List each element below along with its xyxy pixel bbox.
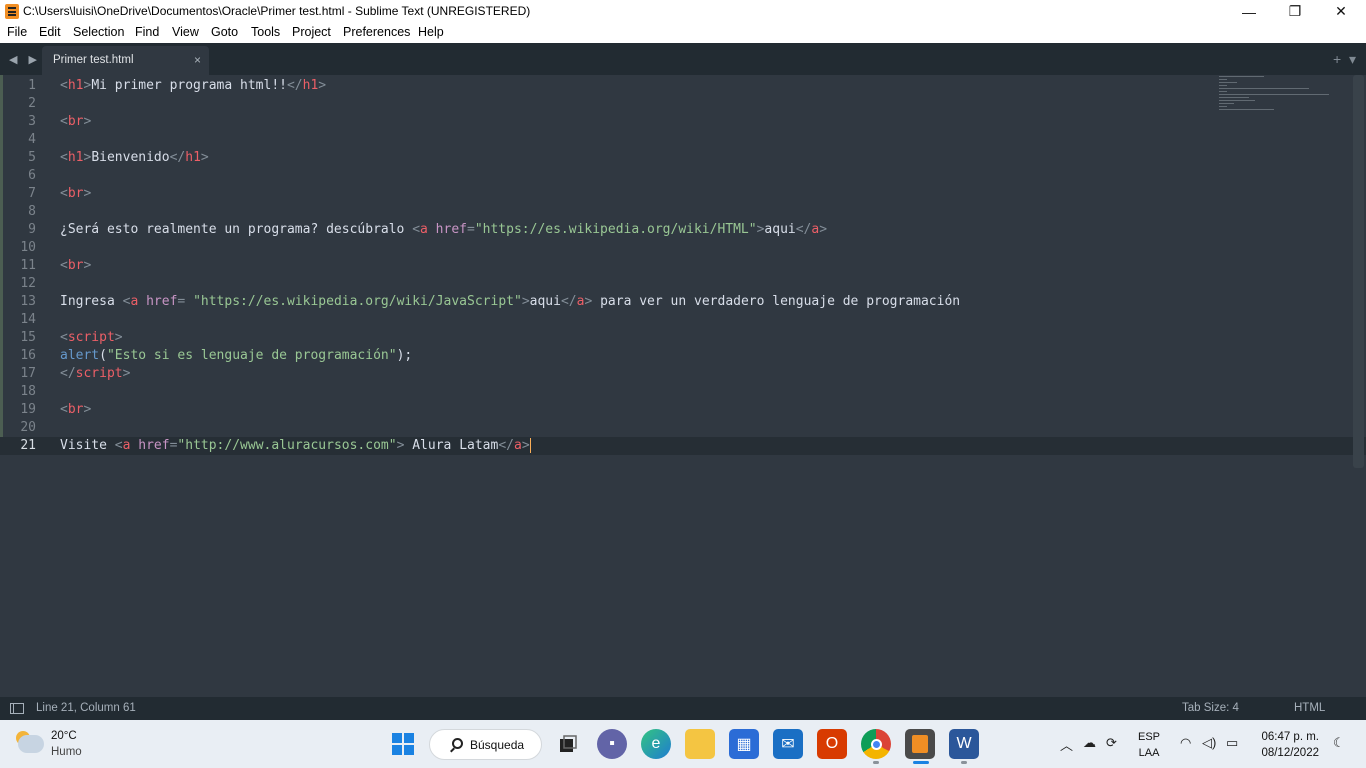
title-bar: C:\Users\luisi\OneDrive\Documentos\Oracl… xyxy=(0,0,1366,23)
chrome-icon[interactable] xyxy=(861,729,891,759)
line-number: 13 xyxy=(20,294,36,309)
weather-condition: Humo xyxy=(51,746,82,758)
line-number: 9 xyxy=(28,222,36,237)
battery-icon[interactable]: ▭ xyxy=(1226,735,1238,751)
line-number: 2 xyxy=(28,96,36,111)
taskbar: 20°C Humo Búsqueda ▪ e ▦ ✉ O W ︿ ☁ ⟳ ESP… xyxy=(0,720,1366,768)
sublime-active-indicator xyxy=(913,761,929,764)
task-view-icon[interactable] xyxy=(553,729,583,759)
language-code: ESP xyxy=(1138,731,1161,743)
sublime-text-icon xyxy=(5,4,19,19)
line-number: 17 xyxy=(20,366,36,381)
tab-dropdown-icon: ▾ xyxy=(1348,51,1356,67)
word-icon[interactable]: W xyxy=(949,729,979,759)
focus-assist-icon[interactable]: ☾ xyxy=(1333,735,1345,751)
tab-label: Primer test.html xyxy=(53,54,134,66)
line-number: 1 xyxy=(28,78,36,93)
panel-toggle-icon[interactable] xyxy=(10,703,24,714)
text-cursor xyxy=(529,438,531,453)
code-editor[interactable]: 1 <h1>Mi primer programa html!!</h1> 2 3 <… xyxy=(0,75,1366,697)
menu-help[interactable]: Help xyxy=(418,25,444,39)
line-number: 10 xyxy=(20,240,36,255)
wifi-icon[interactable]: ◠ xyxy=(1180,735,1191,751)
sync-icon[interactable]: ⟳ xyxy=(1106,735,1117,751)
teams-chat-icon[interactable]: ▪ xyxy=(597,729,627,759)
tab-size[interactable]: Tab Size: 4 xyxy=(1182,702,1239,714)
menu-bar: File Edit Selection Find View Goto Tools… xyxy=(0,23,1366,43)
line-number: 20 xyxy=(20,420,36,435)
line-number: 7 xyxy=(28,186,36,201)
clock-time: 06:47 p. m. xyxy=(1261,731,1319,743)
line-number: 12 xyxy=(20,276,36,291)
line-number: 21 xyxy=(20,438,36,453)
weather-temperature: 20°C xyxy=(51,730,77,742)
status-bar: Line 21, Column 61 Tab Size: 4 HTML xyxy=(0,697,1366,720)
office-icon[interactable]: O xyxy=(817,729,847,759)
line-number: 14 xyxy=(20,312,36,327)
close-window-button[interactable]: ✕ xyxy=(1318,0,1364,23)
menu-preferences[interactable]: Preferences xyxy=(343,25,410,39)
menu-tools[interactable]: Tools xyxy=(251,25,280,39)
search-label: Búsqueda xyxy=(470,738,525,752)
edge-icon[interactable]: e xyxy=(641,729,671,759)
line-number: 19 xyxy=(20,402,36,417)
line-number: 18 xyxy=(20,384,36,399)
start-icon[interactable] xyxy=(388,729,418,759)
store-icon[interactable]: ▦ xyxy=(729,729,759,759)
cursor-position: Line 21, Column 61 xyxy=(36,702,136,714)
menu-find[interactable]: Find xyxy=(135,25,159,39)
search-box[interactable]: Búsqueda xyxy=(429,729,542,760)
show-hidden-icons-icon[interactable]: ︿ xyxy=(1060,735,1073,754)
line-number: 4 xyxy=(28,132,36,147)
new-tab-icon[interactable]: + ▾ xyxy=(1333,51,1356,68)
window-title: C:\Users\luisi\OneDrive\Documentos\Oracl… xyxy=(23,4,531,18)
line-number: 16 xyxy=(20,348,36,363)
restore-button[interactable]: ❐ xyxy=(1272,0,1318,23)
minimap[interactable] xyxy=(1219,76,1339,126)
menu-view[interactable]: View xyxy=(172,25,199,39)
tab-navigation-arrows-icon[interactable]: ◀ ▶ xyxy=(9,53,41,66)
word-running-indicator xyxy=(961,761,967,764)
cloud-icon xyxy=(18,735,44,753)
tab-close-icon[interactable]: × xyxy=(194,53,201,67)
line-number: 8 xyxy=(28,204,36,219)
menu-project[interactable]: Project xyxy=(292,25,331,39)
search-icon xyxy=(452,738,463,749)
keyboard-layout: LAA xyxy=(1138,747,1160,759)
file-explorer-icon[interactable] xyxy=(685,729,715,759)
tab-bar: ◀ ▶ Primer test.html × + ▾ xyxy=(0,43,1366,75)
clock-date: 08/12/2022 xyxy=(1261,747,1319,759)
line-number: 6 xyxy=(28,168,36,183)
tab-primer-test-html[interactable]: Primer test.html × xyxy=(42,46,209,75)
chrome-running-indicator xyxy=(873,761,879,764)
sublime-text-icon[interactable] xyxy=(905,729,935,759)
line-number: 11 xyxy=(20,258,36,273)
volume-icon[interactable]: ◁) xyxy=(1202,735,1216,751)
clock[interactable]: 06:47 p. m. 08/12/2022 xyxy=(1261,729,1319,761)
vertical-scrollbar[interactable] xyxy=(1353,75,1364,468)
menu-selection[interactable]: Selection xyxy=(73,25,124,39)
line-number: 5 xyxy=(28,150,36,165)
line-number: 15 xyxy=(20,330,36,345)
menu-goto[interactable]: Goto xyxy=(211,25,238,39)
onedrive-icon[interactable]: ☁ xyxy=(1083,735,1096,751)
input-language[interactable]: ESP LAA xyxy=(1138,729,1160,761)
mail-icon[interactable]: ✉ xyxy=(773,729,803,759)
menu-edit[interactable]: Edit xyxy=(39,25,61,39)
menu-file[interactable]: File xyxy=(7,25,27,39)
line-number: 3 xyxy=(28,114,36,129)
minimize-button[interactable]: — xyxy=(1226,0,1272,23)
syntax-mode[interactable]: HTML xyxy=(1294,702,1325,714)
